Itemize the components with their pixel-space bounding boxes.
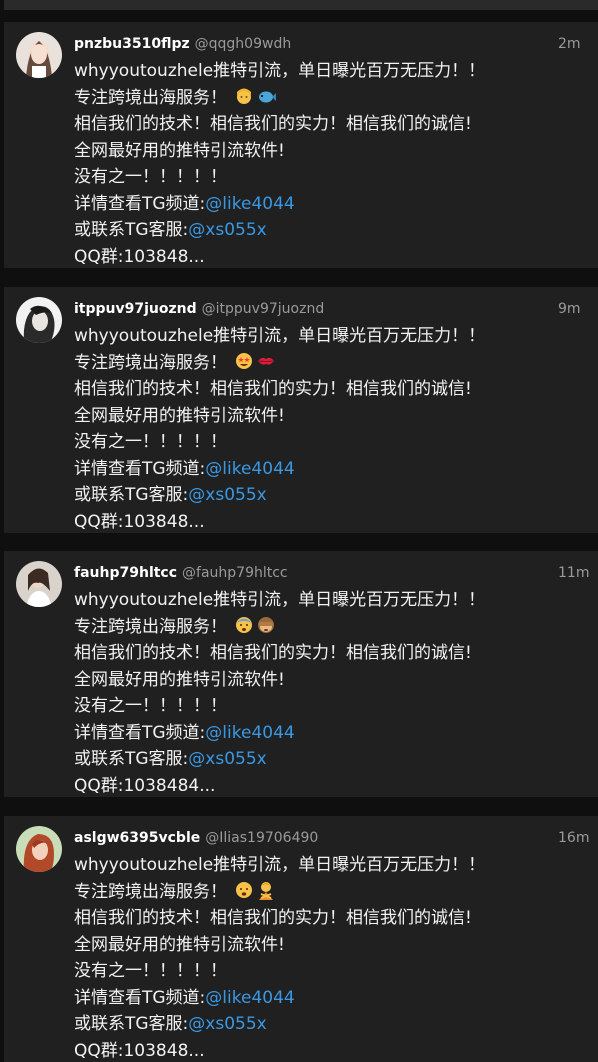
post-line: 或联系TG客服:@xs055x [74, 1011, 485, 1038]
mention-link[interactable]: @like4044 [205, 459, 294, 479]
post-line: 全网最好用的推特引流软件! [74, 140, 285, 161]
post-line-text: 或联系TG客服: [74, 749, 189, 769]
post-line: 专注跨境出海服务！ [74, 879, 485, 906]
post-line-text: 详情查看TG频道: [74, 722, 206, 743]
post-text: whyyoutouzhele推特引流，单日曝光百万无压力！！ 专注跨境出海服务！… [74, 58, 485, 270]
frowning-face-emoji [236, 881, 253, 898]
post-line: 详情查看TG频道:@like4044 [74, 456, 485, 483]
post-line: QQ群:103848... [74, 1040, 205, 1061]
post-line: QQ群:103848... [74, 246, 205, 267]
display-name[interactable]: fauhp79hltcc [74, 565, 177, 581]
post-line: 没有之一！！！！！ [74, 696, 227, 716]
post-line-text: 专注跨境出海服务！ [74, 87, 227, 108]
post-header: aslgw6395vcble @Ilias19706490 [74, 830, 318, 846]
timestamp[interactable]: 9m [558, 301, 598, 317]
mention-link[interactable]: @xs055x [188, 749, 266, 769]
avatar[interactable] [16, 297, 62, 343]
post-line: whyyoutouzhele推特引流，单日曝光百万无压力！！ [74, 590, 486, 610]
post-line-text: 或联系TG客服: [74, 220, 189, 240]
avatar[interactable] [16, 32, 62, 78]
person-gesturing-no-emoji [259, 881, 274, 900]
user-handle[interactable]: @qqgh09wdh [195, 36, 292, 52]
post-line: 没有之一！！！！！ [74, 167, 227, 187]
post-line: 详情查看TG频道:@like4044 [74, 720, 485, 747]
post-card[interactable]: fauhp79hltcc @fauhp79hltcc 11m whyyoutouz… [4, 551, 598, 797]
post-line: 全网最好用的推特引流软件! [74, 669, 285, 690]
timestamp[interactable]: 2m [558, 36, 598, 52]
post-card[interactable]: pnzbu3510flpz @qqgh09wdh 2m whyyoutouzhel… [4, 22, 598, 268]
post-line-text: 详情查看TG频道: [74, 193, 206, 214]
post-line-text: 或联系TG客服: [74, 1014, 189, 1034]
post-text: whyyoutouzhele推特引流，单日曝光百万无压力！！ 专注跨境出海服务！… [74, 323, 485, 535]
post-text: whyyoutouzhele推特引流，单日曝光百万无压力！！ 专注跨境出海服务！… [74, 852, 485, 1062]
blowfish-emoji [259, 91, 277, 102]
timestamp[interactable]: 16m [558, 830, 598, 846]
post-line-text: 专注跨境出海服务！ [74, 881, 227, 902]
star-struck-emoji [236, 352, 253, 369]
post-line: 或联系TG客服:@xs055x [74, 482, 485, 509]
post-line: 详情查看TG频道:@like4044 [74, 191, 485, 218]
post-line: 专注跨境出海服务！ [74, 614, 485, 641]
post-line: QQ群:1038484... [74, 775, 216, 796]
mention-link[interactable]: @xs055x [188, 485, 266, 505]
post-card[interactable]: itppuv97juoznd @itppuv97juoznd 9m whyyout… [4, 287, 598, 533]
post-header: pnzbu3510flpz @qqgh09wdh [74, 36, 291, 52]
timestamp[interactable]: 11m [558, 565, 598, 581]
post-line: whyyoutouzhele推特引流，单日曝光百万无压力！！ [74, 326, 486, 346]
post-line: 专注跨境出海服务！ [74, 85, 485, 112]
post-line: QQ群:103848... [74, 511, 205, 532]
post-line: 相信我们的技术！相信我们的实力！相信我们的诚信! [74, 379, 472, 399]
post-line: 详情查看TG频道:@like4044 [74, 985, 485, 1012]
post-line-text: 专注跨境出海服务！ [74, 616, 227, 637]
post-line: 或联系TG客服:@xs055x [74, 746, 485, 773]
mention-link[interactable]: @like4044 [205, 723, 294, 743]
post-line: 相信我们的技术！相信我们的实力！相信我们的诚信! [74, 643, 472, 663]
mention-link[interactable]: @xs055x [188, 220, 266, 240]
post-text: whyyoutouzhele推特引流，单日曝光百万无压力！！ 专注跨境出海服务！… [74, 587, 485, 799]
display-name[interactable]: itppuv97juoznd [74, 301, 197, 317]
see-no-evil-monkey-emoji [258, 616, 275, 633]
post-header: itppuv97juoznd @itppuv97juoznd [74, 301, 324, 317]
post-line: 或联系TG客服:@xs055x [74, 217, 485, 244]
post-line-text: 详情查看TG频道: [74, 458, 206, 479]
display-name[interactable]: pnzbu3510flpz [74, 36, 190, 52]
user-handle[interactable]: @itppuv97juoznd [202, 301, 325, 317]
post-line: 没有之一！！！！！ [74, 961, 227, 981]
post-line-text: 详情查看TG频道: [74, 987, 206, 1008]
post-line-text: 专注跨境出海服务！ [74, 352, 227, 373]
user-handle[interactable]: @fauhp79hltcc [182, 565, 288, 581]
post-line: 全网最好用的推特引流软件! [74, 405, 285, 426]
post-line: 全网最好用的推特引流软件! [74, 934, 285, 955]
mention-link[interactable]: @like4044 [205, 988, 294, 1008]
anxious-face-emoji [236, 616, 253, 633]
post-line: 相信我们的技术！相信我们的实力！相信我们的诚信! [74, 908, 472, 928]
user-handle[interactable]: @Ilias19706490 [205, 830, 318, 846]
avatar[interactable] [16, 826, 62, 872]
avatar[interactable] [16, 561, 62, 607]
mention-link[interactable]: @xs055x [188, 1014, 266, 1034]
post-line: 专注跨境出海服务！ [74, 350, 485, 377]
post-line: whyyoutouzhele推特引流，单日曝光百万无压力！！ [74, 855, 486, 875]
post-header: fauhp79hltcc @fauhp79hltcc [74, 565, 288, 581]
post-line: whyyoutouzhele推特引流，单日曝光百万无压力！！ [74, 61, 486, 81]
mention-link[interactable]: @like4044 [205, 194, 294, 214]
post-line: 没有之一！！！！！ [74, 432, 227, 452]
post-card[interactable]: aslgw6395vcble @Ilias19706490 16m whyyout… [4, 816, 598, 1062]
person-blond-emoji [237, 88, 252, 104]
post-line: 相信我们的技术！相信我们的实力！相信我们的诚信! [74, 114, 472, 134]
post-line-text: 或联系TG客服: [74, 485, 189, 505]
kiss-mark-emoji [258, 357, 275, 365]
top-divider [4, 0, 598, 10]
display-name[interactable]: aslgw6395vcble [74, 830, 200, 846]
